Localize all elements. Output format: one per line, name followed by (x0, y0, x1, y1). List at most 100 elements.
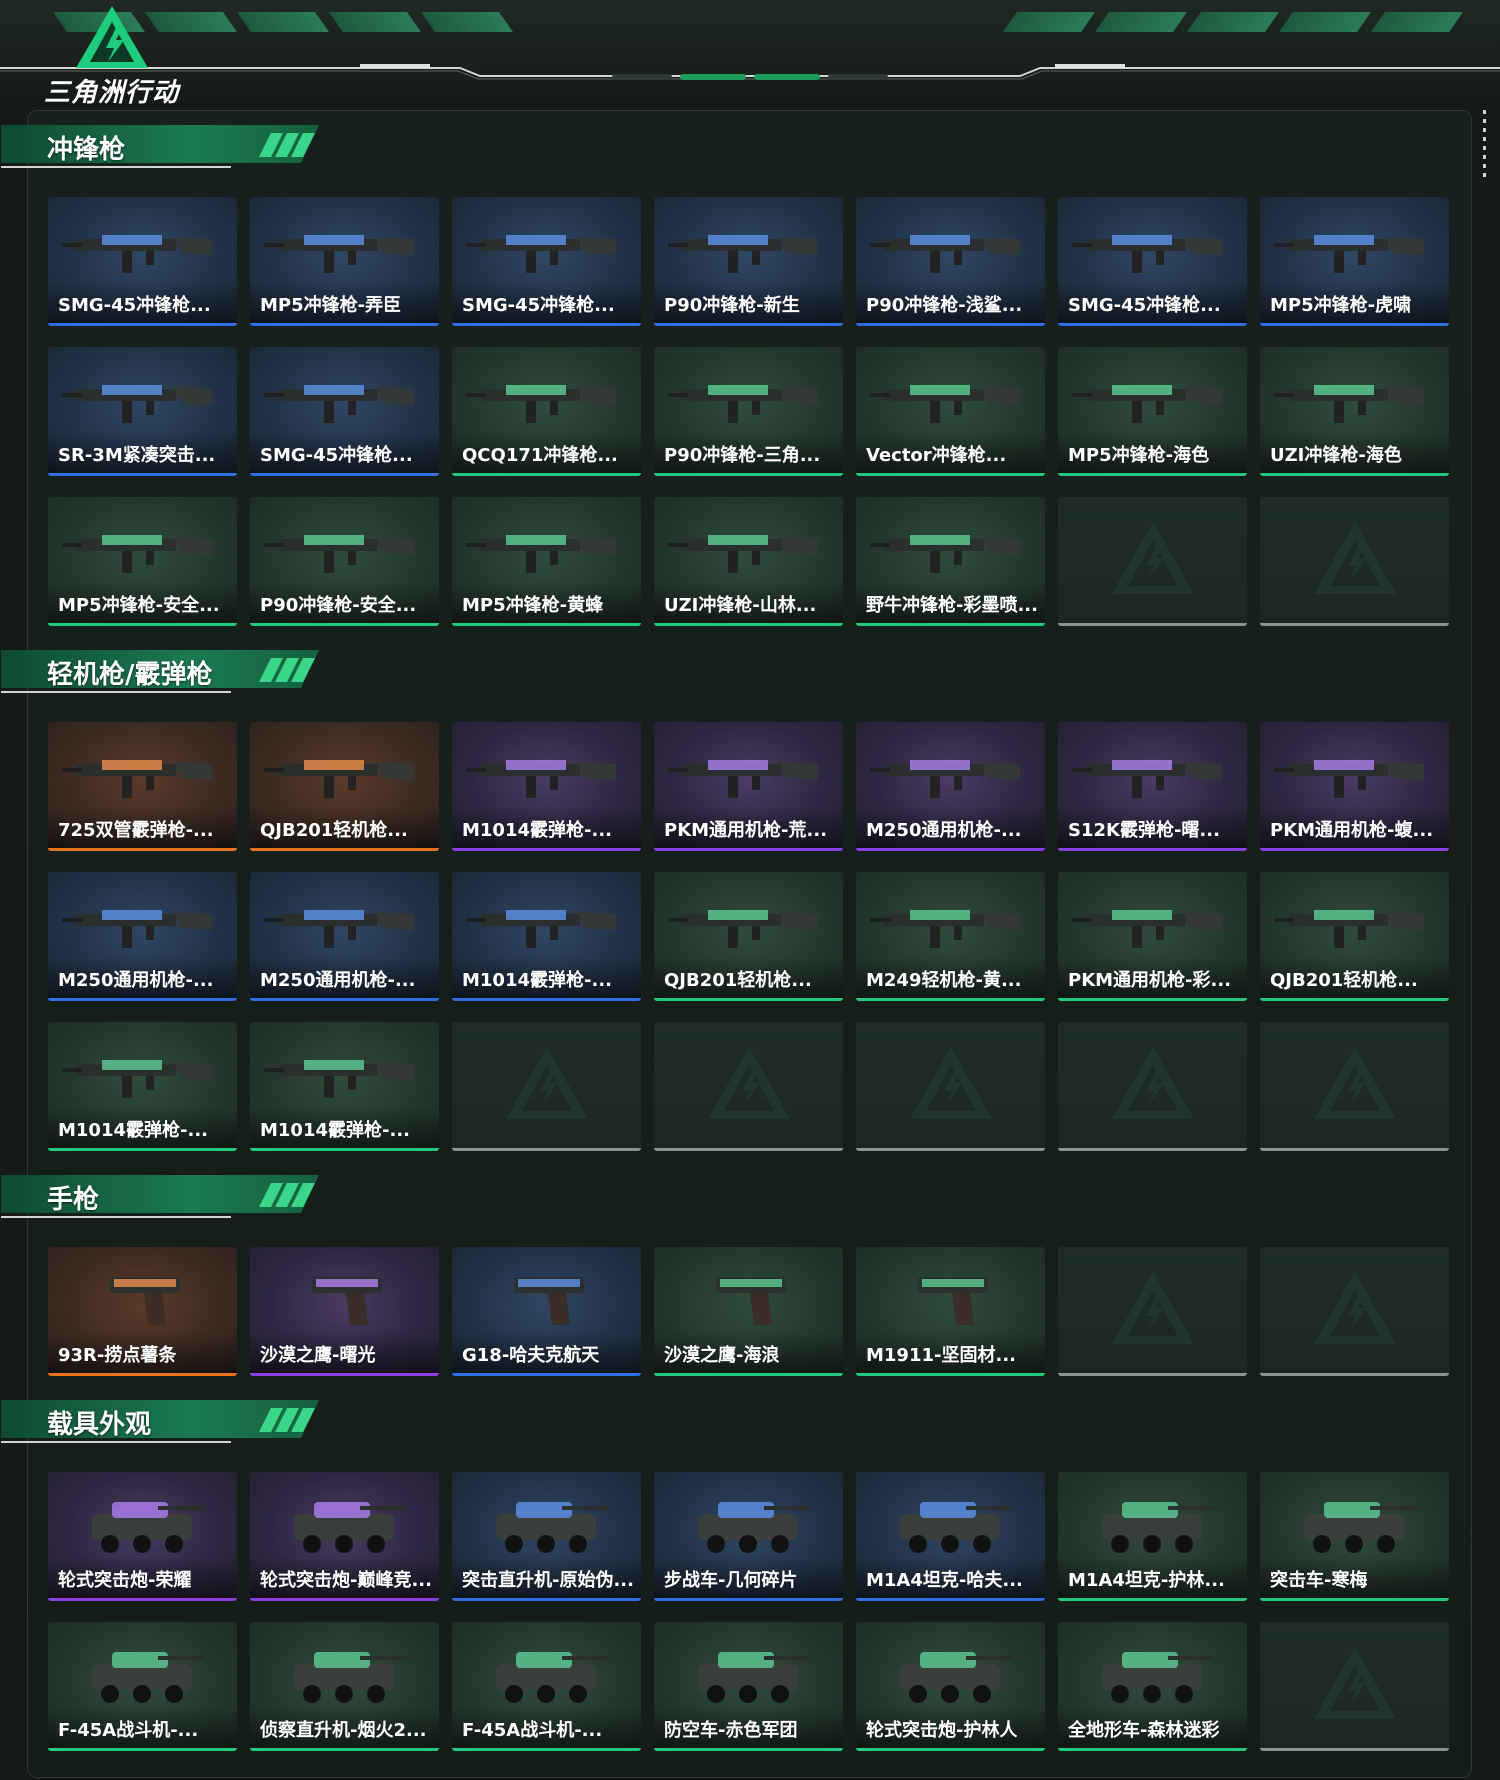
vehicle-icon (900, 1502, 1012, 1553)
pistol-icon (716, 1277, 786, 1325)
item-card[interactable]: M250通用机枪-... (250, 872, 439, 1001)
item-card[interactable]: G18-哈夫克航天 (452, 1247, 641, 1376)
item-card[interactable]: 全地形车-森林迷彩 (1058, 1622, 1247, 1751)
item-card[interactable]: QJB201轻机枪... (1260, 872, 1449, 1001)
item-card[interactable]: MP5冲锋枪-黄蜂 (452, 497, 641, 626)
item-name: M1911-坚固材... (866, 1345, 1016, 1366)
item-card[interactable]: PKM通用机枪-蝮... (1260, 722, 1449, 851)
item-card[interactable]: F-45A战斗机-... (48, 1622, 237, 1751)
item-card[interactable]: M1014霰弹枪-... (250, 1022, 439, 1151)
item-name: G18-哈夫克航天 (462, 1345, 600, 1366)
item-name: MP5冲锋枪-弄臣 (260, 295, 402, 316)
weapon-icon (466, 535, 616, 573)
vehicle-icon (1102, 1652, 1214, 1703)
item-card[interactable]: SMG-45冲锋枪... (1058, 197, 1247, 326)
item-card[interactable]: M1014霰弹枪-... (452, 722, 641, 851)
item-card[interactable]: P90冲锋枪-安全... (250, 497, 439, 626)
item-card[interactable]: P90冲锋枪-新生 (654, 197, 843, 326)
item-card[interactable]: QJB201轻机枪... (250, 722, 439, 851)
weapon-icon (466, 760, 616, 798)
item-card[interactable]: 沙漠之鹰-曙光 (250, 1247, 439, 1376)
weapon-icon (466, 235, 616, 273)
vehicle-icon (294, 1652, 406, 1703)
item-name: Vector冲锋枪... (866, 445, 1007, 466)
item-name: 突击直升机-原始伪... (462, 1570, 634, 1591)
item-card[interactable]: PKM通用机枪-荒... (654, 722, 843, 851)
item-card[interactable]: 725双管霰弹枪-... (48, 722, 237, 851)
item-card[interactable]: M249轻机枪-黄... (856, 872, 1045, 1001)
item-name: M1014霰弹枪-... (462, 820, 612, 841)
item-name: P90冲锋枪-浅鲨... (866, 295, 1023, 316)
empty-slot-logo-icon (1313, 1646, 1396, 1719)
item-card[interactable]: 防空车-赤色军团 (654, 1622, 843, 1751)
item-name: UZI冲锋枪-海色 (1270, 445, 1402, 466)
item-card[interactable]: S12K霰弹枪-曙... (1058, 722, 1247, 851)
item-card[interactable]: M1014霰弹枪-... (452, 872, 641, 1001)
section-header-lmg-shotgun: 轻机枪/霰弹枪 (1, 646, 331, 696)
item-card[interactable]: MP5冲锋枪-虎啸 (1260, 197, 1449, 326)
item-card[interactable]: 野牛冲锋枪-彩墨喷... (856, 497, 1045, 626)
item-card[interactable]: SR-3M紧凑突击... (48, 347, 237, 476)
item-card[interactable]: 93R-捞点薯条 (48, 1247, 237, 1376)
empty-slot-logo-icon (505, 1046, 588, 1119)
item-card[interactable]: UZI冲锋枪-山林... (654, 497, 843, 626)
item-card[interactable]: M1A4坦克-哈夫... (856, 1472, 1045, 1601)
item-card[interactable]: M1014霰弹枪-... (48, 1022, 237, 1151)
item-card[interactable]: M1911-坚固材... (856, 1247, 1045, 1376)
item-card[interactable]: 轮式突击炮-荣耀 (48, 1472, 237, 1601)
scroll-indicator[interactable] (1483, 110, 1486, 180)
item-card[interactable]: MP5冲锋枪-安全... (48, 497, 237, 626)
weapon-icon (466, 910, 616, 948)
item-name: 轮式突击炮-荣耀 (58, 1570, 192, 1591)
item-name: SMG-45冲锋枪... (1068, 295, 1221, 316)
item-card[interactable]: QJB201轻机枪... (654, 872, 843, 1001)
item-card[interactable]: QCQ171冲锋枪... (452, 347, 641, 476)
header-indicator-active (754, 74, 820, 80)
item-card[interactable]: MP5冲锋枪-海色 (1058, 347, 1247, 476)
item-card[interactable]: UZI冲锋枪-海色 (1260, 347, 1449, 476)
item-name: 725双管霰弹枪-... (58, 820, 214, 841)
item-card[interactable]: 轮式突击炮-巅峰竞... (250, 1472, 439, 1601)
item-name: P90冲锋枪-新生 (664, 295, 800, 316)
item-card[interactable]: Vector冲锋枪... (856, 347, 1045, 476)
weapon-icon (870, 385, 1020, 423)
item-card[interactable]: 步战车-几何碎片 (654, 1472, 843, 1601)
section-title: 轻机枪/霰弹枪 (47, 660, 213, 690)
item-card[interactable]: SMG-45冲锋枪... (250, 347, 439, 476)
item-card[interactable]: P90冲锋枪-三角... (654, 347, 843, 476)
empty-item-slot (1260, 1622, 1449, 1751)
item-name: QJB201轻机枪... (260, 820, 408, 841)
weapon-icon (668, 535, 818, 573)
game-logo-text: 三角洲行动 (44, 78, 180, 108)
weapon-icon (264, 385, 414, 423)
item-card[interactable]: M1A4坦克-护林... (1058, 1472, 1247, 1601)
item-card[interactable]: P90冲锋枪-浅鲨... (856, 197, 1045, 326)
weapon-icon (870, 535, 1020, 573)
item-name: P90冲锋枪-安全... (260, 595, 417, 616)
item-card[interactable]: PKM通用机枪-彩... (1058, 872, 1247, 1001)
empty-slot-logo-icon (1111, 521, 1194, 594)
item-card[interactable]: M250通用机枪-... (856, 722, 1045, 851)
empty-slot-logo-icon (909, 1046, 992, 1119)
collection-panel: 冲锋枪 SMG-45冲锋枪... MP5冲锋枪-弄臣 SMG-45冲锋枪... … (1, 110, 1472, 1778)
item-name: 轮式突击炮-护林人 (866, 1720, 1018, 1741)
item-card[interactable]: F-45A战斗机-... (452, 1622, 641, 1751)
item-card[interactable]: 侦察直升机-烟火2... (250, 1622, 439, 1751)
empty-item-slot (1260, 497, 1449, 626)
item-card[interactable]: 突击车-寒梅 (1260, 1472, 1449, 1601)
empty-slot-logo-icon (1111, 1271, 1194, 1344)
empty-item-slot (452, 1022, 641, 1151)
vehicle-icon (1304, 1502, 1416, 1553)
item-card[interactable]: 轮式突击炮-护林人 (856, 1622, 1045, 1751)
item-card[interactable]: M250通用机枪-... (48, 872, 237, 1001)
item-name: MP5冲锋枪-虎啸 (1270, 295, 1412, 316)
section-header-vehicle: 载具外观 (1, 1396, 331, 1446)
item-card[interactable]: SMG-45冲锋枪... (48, 197, 237, 326)
empty-slot-logo-icon (707, 1046, 790, 1119)
item-card[interactable]: SMG-45冲锋枪... (452, 197, 641, 326)
item-card[interactable]: 沙漠之鹰-海浪 (654, 1247, 843, 1376)
item-name: SMG-45冲锋枪... (462, 295, 615, 316)
weapon-icon (264, 535, 414, 573)
item-card[interactable]: 突击直升机-原始伪... (452, 1472, 641, 1601)
item-card[interactable]: MP5冲锋枪-弄臣 (250, 197, 439, 326)
